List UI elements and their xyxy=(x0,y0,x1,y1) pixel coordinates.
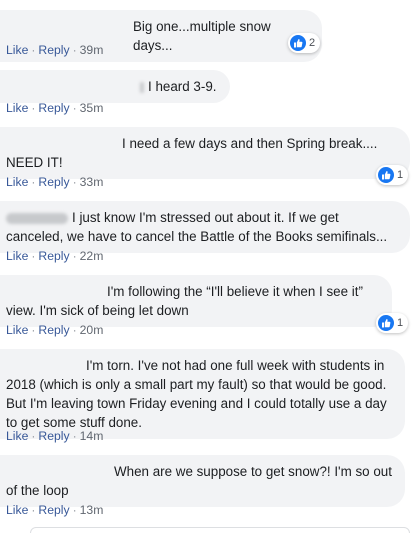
separator: · xyxy=(31,249,36,263)
comment-text: I heard 3-9. xyxy=(148,79,217,94)
comment-text: Big one...multiple snow days... xyxy=(133,19,271,53)
separator: · xyxy=(31,175,36,189)
comment-text: I'm torn. I've not had one full week wit… xyxy=(6,358,387,430)
reply-link[interactable]: Reply xyxy=(38,101,69,115)
thumbs-up-icon xyxy=(378,167,394,183)
reaction-count[interactable]: 1 xyxy=(376,313,409,333)
reply-link[interactable]: Reply xyxy=(38,503,69,517)
separator: · xyxy=(31,323,36,337)
separator: · xyxy=(72,43,77,57)
separator: · xyxy=(31,101,36,115)
reaction-count[interactable]: 2 xyxy=(288,33,321,53)
separator: · xyxy=(72,175,77,189)
comment-actions: Like · Reply · 20m xyxy=(6,323,103,337)
comment-bubble: I just know I'm stressed out about it. I… xyxy=(0,201,410,253)
thumbs-up-icon xyxy=(378,315,394,331)
reply-link[interactable]: Reply xyxy=(38,175,69,189)
comment-text: I need a few days and then Spring break.… xyxy=(6,136,378,170)
comment-bubble: I need a few days and then Spring break.… xyxy=(0,127,410,179)
reaction-number: 2 xyxy=(309,37,316,49)
like-link[interactable]: Like xyxy=(6,503,28,517)
separator: · xyxy=(31,503,36,517)
comment-actions: Like · Reply · 33m xyxy=(6,175,103,189)
comment-actions: Like · Reply · 39m xyxy=(6,43,103,57)
reaction-number: 1 xyxy=(397,317,404,329)
separator: · xyxy=(31,429,36,443)
redacted-name xyxy=(6,212,68,224)
timestamp[interactable]: 33m xyxy=(80,175,104,189)
timestamp[interactable]: 35m xyxy=(80,101,104,115)
comment-thread: Big one...multiple snow days... Like · Rep… xyxy=(0,0,420,533)
reply-link[interactable]: Reply xyxy=(38,43,69,57)
timestamp[interactable]: 39m xyxy=(80,43,104,57)
separator: · xyxy=(72,249,77,263)
reaction-count[interactable]: 1 xyxy=(376,165,409,185)
reply-link[interactable]: Reply xyxy=(38,249,69,263)
separator: · xyxy=(72,101,77,115)
reaction-number: 1 xyxy=(397,169,404,181)
comment-bubble: I heard 3-9. xyxy=(0,70,230,103)
reply-input-edge[interactable] xyxy=(30,527,410,533)
comment-actions: Like · Reply · 22m xyxy=(6,249,103,263)
comment-bubble: When are we suppose to get snow?! I'm so… xyxy=(0,455,405,507)
separator: · xyxy=(72,323,77,337)
timestamp[interactable]: 13m xyxy=(80,503,104,517)
like-link[interactable]: Like xyxy=(6,249,28,263)
separator: · xyxy=(31,43,36,57)
comment-bubble: I'm following the “I'll believe it when … xyxy=(0,275,392,327)
timestamp[interactable]: 22m xyxy=(80,249,104,263)
reply-link[interactable]: Reply xyxy=(38,429,69,443)
reply-link[interactable]: Reply xyxy=(38,323,69,337)
timestamp[interactable]: 14m xyxy=(80,429,104,443)
like-link[interactable]: Like xyxy=(6,101,28,115)
like-link[interactable]: Like xyxy=(6,175,28,189)
comment-actions: Like · Reply · 35m xyxy=(6,101,103,115)
separator: · xyxy=(72,429,77,443)
comment-actions: Like · Reply · 13m xyxy=(6,503,103,517)
thumbs-up-icon xyxy=(290,35,306,51)
like-link[interactable]: Like xyxy=(6,43,28,57)
redacted-name xyxy=(140,81,144,93)
timestamp[interactable]: 20m xyxy=(80,323,104,337)
separator: · xyxy=(72,503,77,517)
like-link[interactable]: Like xyxy=(6,323,28,337)
comment-actions: Like · Reply · 14m xyxy=(6,429,103,443)
comment-text: When are we suppose to get snow?! I'm so… xyxy=(6,464,392,498)
like-link[interactable]: Like xyxy=(6,429,28,443)
comment-bubble: I'm torn. I've not had one full week wit… xyxy=(0,349,405,439)
comment-text: I'm following the “I'll believe it when … xyxy=(6,284,363,318)
